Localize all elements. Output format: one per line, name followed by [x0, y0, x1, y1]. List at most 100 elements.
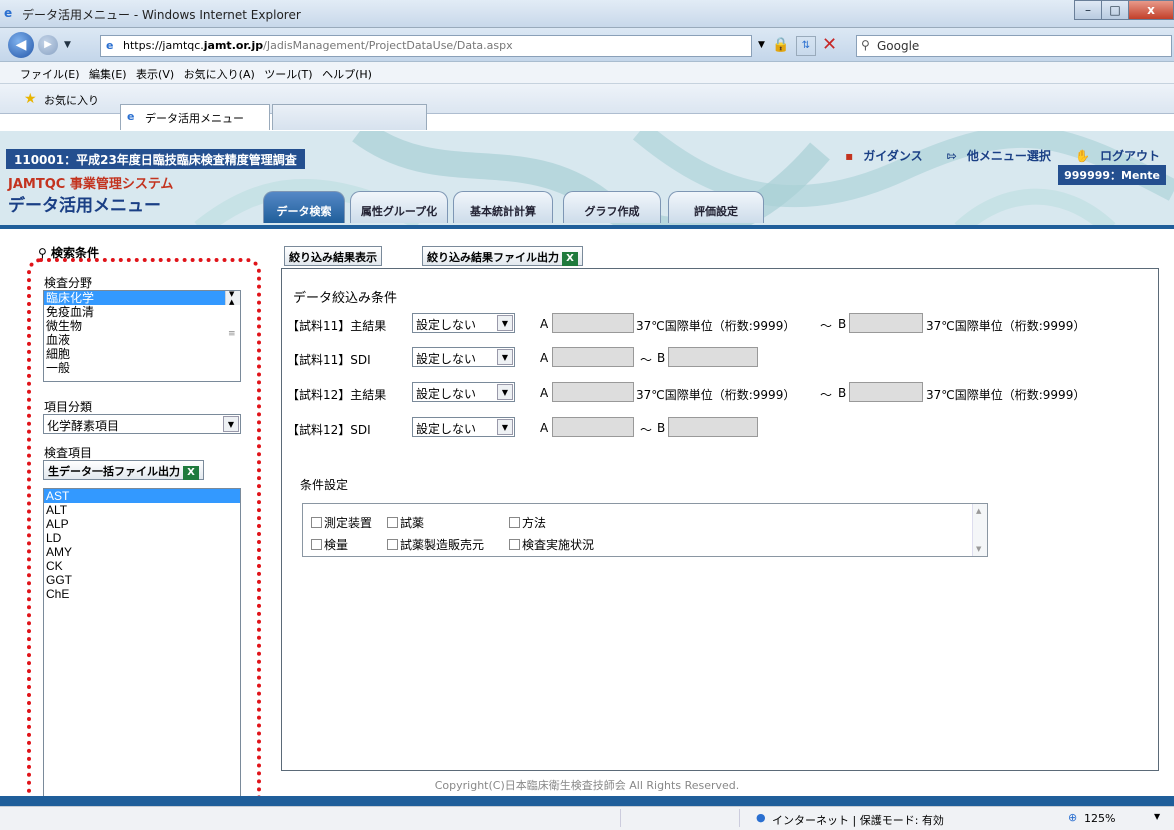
- refresh-icon[interactable]: ⇅: [796, 36, 816, 56]
- condition-select[interactable]: 設定しない ▼: [412, 347, 515, 367]
- forward-button[interactable]: ▶: [38, 35, 58, 55]
- a-label: A: [540, 386, 549, 400]
- range-a-input[interactable]: [552, 417, 634, 437]
- minimize-button[interactable]: –: [1074, 0, 1102, 20]
- range-a-input[interactable]: [552, 313, 634, 333]
- history-dropdown-icon[interactable]: ▼: [64, 40, 71, 50]
- a-label: A: [540, 317, 549, 331]
- user-badge: 999999：Mente: [1058, 165, 1166, 185]
- status-segments: [620, 809, 740, 827]
- condition-select[interactable]: 設定しない ▼: [412, 417, 515, 437]
- show-results-button[interactable]: 絞り込み結果表示: [284, 246, 382, 266]
- globe-icon: ●: [756, 811, 766, 824]
- range-a-input[interactable]: [552, 347, 634, 367]
- address-bar[interactable]: e https://jamtqc.jamt.or.jp/JadisManagem…: [100, 35, 752, 57]
- browser-tab[interactable]: e データ活用メニュー: [120, 104, 270, 130]
- guidance-link[interactable]: ▪ ガイダンス: [835, 149, 922, 163]
- select-value: 設定しない: [416, 422, 477, 436]
- app-header: 110001：平成23年度日臨技臨床検査精度管理調査 JAMTQC 事業管理シス…: [0, 131, 1174, 229]
- row-label: 【試料12】SDI: [287, 423, 371, 437]
- address-toolbar: ◀ ▶ ▼ e https://jamtqc.jamt.or.jp/JadisM…: [0, 28, 1174, 62]
- search-input[interactable]: ⚲ Google: [856, 35, 1172, 57]
- footer-bar: [0, 796, 1174, 806]
- range-b-input[interactable]: [668, 347, 758, 367]
- window-controls: – □ x: [1074, 0, 1174, 22]
- tab-attribute-group[interactable]: 属性グループ化: [350, 191, 448, 223]
- range-b-input[interactable]: [668, 417, 758, 437]
- a-label: A: [540, 351, 549, 365]
- scroll-up-icon[interactable]: ▲: [976, 507, 981, 515]
- tab-basic-stats[interactable]: 基本統計計算: [453, 191, 553, 223]
- tab-data-search[interactable]: データ検索: [263, 191, 345, 223]
- header-links: ▪ ガイダンス ⇰ 他メニュー選択 ✋ ログアウト: [825, 147, 1160, 164]
- checkbox[interactable]: [311, 517, 322, 528]
- excel-icon: X: [562, 252, 578, 266]
- export-results-label: 絞り込み結果ファイル出力: [427, 251, 559, 264]
- tilde-label: ～: [640, 353, 653, 367]
- lock-icon[interactable]: 🔒: [772, 37, 789, 53]
- checkbox[interactable]: [509, 517, 520, 528]
- chevron-down-icon[interactable]: ▼: [497, 384, 513, 400]
- range-b-input[interactable]: [849, 313, 923, 333]
- a-label: A: [540, 421, 549, 435]
- ie-icon: e: [4, 6, 13, 20]
- favorites-button[interactable]: お気に入り: [44, 92, 99, 108]
- maximize-button[interactable]: □: [1101, 0, 1129, 20]
- menu-bar[interactable]: ファイル(E) 編集(E) 表示(V) お気に入り(A) ツール(T) ヘルプ(…: [0, 62, 1174, 84]
- page-icon: e: [106, 39, 114, 52]
- tilde-label: ～: [640, 423, 653, 437]
- row-label: 【試料11】SDI: [287, 353, 371, 367]
- project-title: 110001：平成23年度日臨技臨床検査精度管理調査: [6, 149, 305, 169]
- b-label: B: [838, 386, 847, 400]
- url-path: /JadisManagement/ProjectDataUse/Data.asp…: [263, 39, 513, 52]
- star-icon: ★: [24, 91, 37, 107]
- condition-checkbox-box: 測定装置 試薬 方法 検量 試薬製造販売元 検査実施状況 ▲ ▼: [302, 503, 988, 557]
- tab-graph[interactable]: グラフ作成: [563, 191, 661, 223]
- range-a-input[interactable]: [552, 382, 634, 402]
- chevron-down-icon[interactable]: ▼: [497, 349, 513, 365]
- tab-eval-settings[interactable]: 評価設定: [668, 191, 764, 223]
- b-label: B: [657, 421, 666, 435]
- scroll-down-icon[interactable]: ▼: [976, 545, 981, 553]
- new-tab-button[interactable]: [272, 104, 427, 130]
- pdf-icon: ▪: [845, 149, 854, 163]
- stop-icon[interactable]: ✕: [822, 34, 837, 55]
- window-title: データ活用メニュー - Windows Internet Explorer: [22, 8, 301, 22]
- scrollbar[interactable]: ▲ ▼: [972, 504, 987, 556]
- checkbox[interactable]: [509, 539, 520, 550]
- section-title: データ絞込み条件: [293, 291, 398, 306]
- checkbox[interactable]: [387, 539, 398, 550]
- condition-select[interactable]: 設定しない ▼: [412, 382, 515, 402]
- cursor-icon: ⇰: [946, 149, 957, 163]
- zoom-level[interactable]: 125%: [1084, 812, 1115, 825]
- other-menu-link[interactable]: ⇰ 他メニュー選択: [937, 149, 1051, 163]
- unit-label: 37℃国際単位（桁数:9999）: [926, 388, 1086, 402]
- page-title: データ活用メニュー: [8, 196, 161, 216]
- security-zone[interactable]: インターネット | 保護モード: 有効: [772, 812, 944, 828]
- checkbox-method[interactable]: 方法: [509, 514, 546, 531]
- address-dropdown-icon[interactable]: ▼: [758, 40, 765, 50]
- row-label: 【試料11】主結果: [287, 319, 387, 333]
- unit-label: 37℃国際単位（桁数:9999）: [636, 388, 796, 402]
- export-results-button[interactable]: 絞り込み結果ファイル出力 X: [422, 246, 583, 266]
- checkbox[interactable]: [387, 517, 398, 528]
- logout-link[interactable]: ✋ ログアウト: [1065, 149, 1160, 163]
- checkbox-calibration[interactable]: 検量: [311, 536, 348, 553]
- checkbox-reagent[interactable]: 試薬: [387, 514, 424, 531]
- tilde-label: ～: [820, 388, 833, 402]
- checkbox-reagent-maker[interactable]: 試薬製造販売元: [387, 536, 484, 553]
- chevron-down-icon[interactable]: ▼: [497, 315, 513, 331]
- condition-select[interactable]: 設定しない ▼: [412, 313, 515, 333]
- back-button[interactable]: ◀: [8, 32, 34, 58]
- status-bar: ● インターネット | 保護モード: 有効 ⊕ 125% ▼: [0, 806, 1174, 830]
- condition-settings-title: 条件設定: [300, 478, 349, 492]
- checkbox-measuring-device[interactable]: 測定装置: [311, 514, 372, 531]
- checkbox[interactable]: [311, 539, 322, 550]
- range-b-input[interactable]: [849, 382, 923, 402]
- select-value: 設定しない: [416, 352, 477, 366]
- zoom-dropdown-icon[interactable]: ▼: [1154, 812, 1160, 821]
- window-titlebar: e データ活用メニュー - Windows Internet Explorer …: [0, 0, 1174, 28]
- close-button[interactable]: x: [1128, 0, 1174, 20]
- chevron-down-icon[interactable]: ▼: [497, 419, 513, 435]
- checkbox-test-status[interactable]: 検査実施状況: [509, 536, 594, 553]
